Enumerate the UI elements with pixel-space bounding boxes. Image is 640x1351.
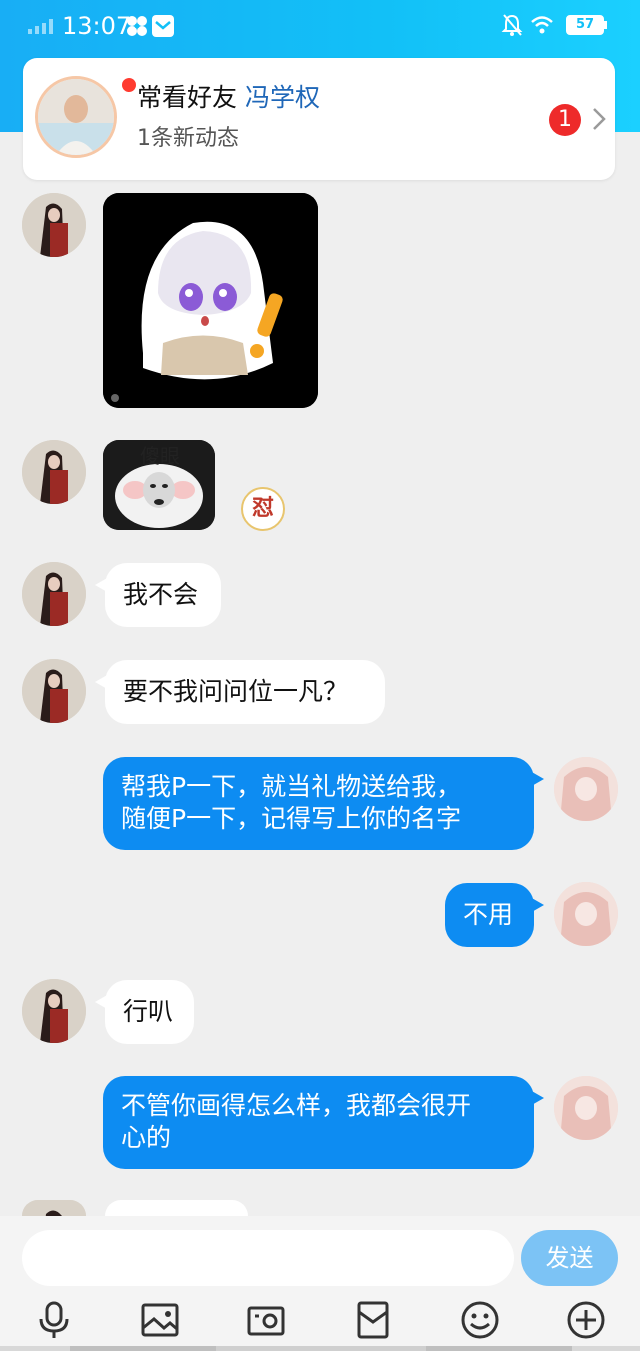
contact-avatar[interactable] [22,1200,86,1216]
message-bubble-sent[interactable]: 帮我P一下，就当礼物送给我， 随便P一下，记得写上你的名字 [103,757,544,850]
my-avatar[interactable] [554,757,618,821]
frequent-friend-card[interactable]: 常看好友 冯学权 1条新动态 1 [23,58,615,180]
send-button[interactable]: 发送 [521,1230,618,1286]
microphone-icon[interactable] [34,1300,74,1340]
contact-avatar[interactable] [22,979,86,1043]
message-text: 不用 [463,900,514,929]
wifi-icon [531,16,553,34]
message-text-line: 心的 [121,1123,172,1152]
message-text-line: 不管你画得怎么样，我都会很开 [121,1091,472,1120]
reaction-emoji-badge[interactable]: 怼 [241,487,285,531]
emoji-icon[interactable] [460,1300,500,1340]
anime-boy-exclamation-sticker [103,193,318,408]
friend-name[interactable]: 冯学权 [245,83,320,112]
contact-avatar[interactable] [22,562,86,626]
message-input[interactable] [22,1230,514,1286]
mail-app-icon [152,15,174,37]
message-bubble-received-partial[interactable] [105,1200,248,1216]
camera-icon[interactable] [246,1300,286,1340]
message-text-line: 帮我P一下，就当礼物送给我， [121,772,462,801]
plus-icon[interactable] [566,1300,606,1340]
card-title-prefix: 常看好友 [137,83,238,112]
card-title: 常看好友 冯学权 [137,82,320,114]
message-text-line: 随便P一下，记得写上你的名字 [121,804,462,833]
image-icon[interactable] [140,1300,180,1340]
contact-avatar[interactable] [22,659,86,723]
message-sticker-panda[interactable]: 傻眼 [103,440,215,530]
bottom-edge [0,1346,640,1351]
pinwheel-app-icon [127,16,147,36]
message-bubble-received[interactable]: 要不我问问位一凡？ [95,660,385,724]
unread-count-badge: 1 [549,104,581,136]
message-bubble-sent[interactable]: 不管你画得怎么样，我都会很开 心的 [103,1076,544,1169]
battery-icon: 57 [566,15,608,35]
friend-avatar[interactable] [35,76,117,158]
message-sticker-anime-boy[interactable] [103,193,318,408]
message-text: 要不我问问位一凡？ [123,677,349,706]
input-bar: 发送 [0,1216,640,1351]
red-packet-icon[interactable] [353,1300,393,1340]
contact-avatar[interactable] [22,193,86,257]
friend-photo [38,79,114,155]
bell-muted-icon [501,14,523,36]
message-bubble-sent[interactable]: 不用 [445,883,544,947]
my-avatar[interactable] [554,882,618,946]
my-avatar[interactable] [554,1076,618,1140]
message-text: 我不会 [123,580,199,609]
status-time: 13:07 [62,12,132,40]
status-bar: 13:07 57 [0,0,640,52]
message-text: 行叭 [123,997,174,1026]
contact-avatar[interactable] [22,440,86,504]
message-bubble-received[interactable]: 行叭 [95,980,194,1044]
chevron-right-icon[interactable] [591,106,607,132]
unread-dot [122,78,136,92]
battery-level: 57 [575,17,595,32]
sticker-caption: 傻眼 [140,444,180,468]
message-bubble-received[interactable]: 我不会 [95,563,221,627]
card-subtitle: 1条新动态 [137,126,239,151]
signal-icon [28,19,53,34]
